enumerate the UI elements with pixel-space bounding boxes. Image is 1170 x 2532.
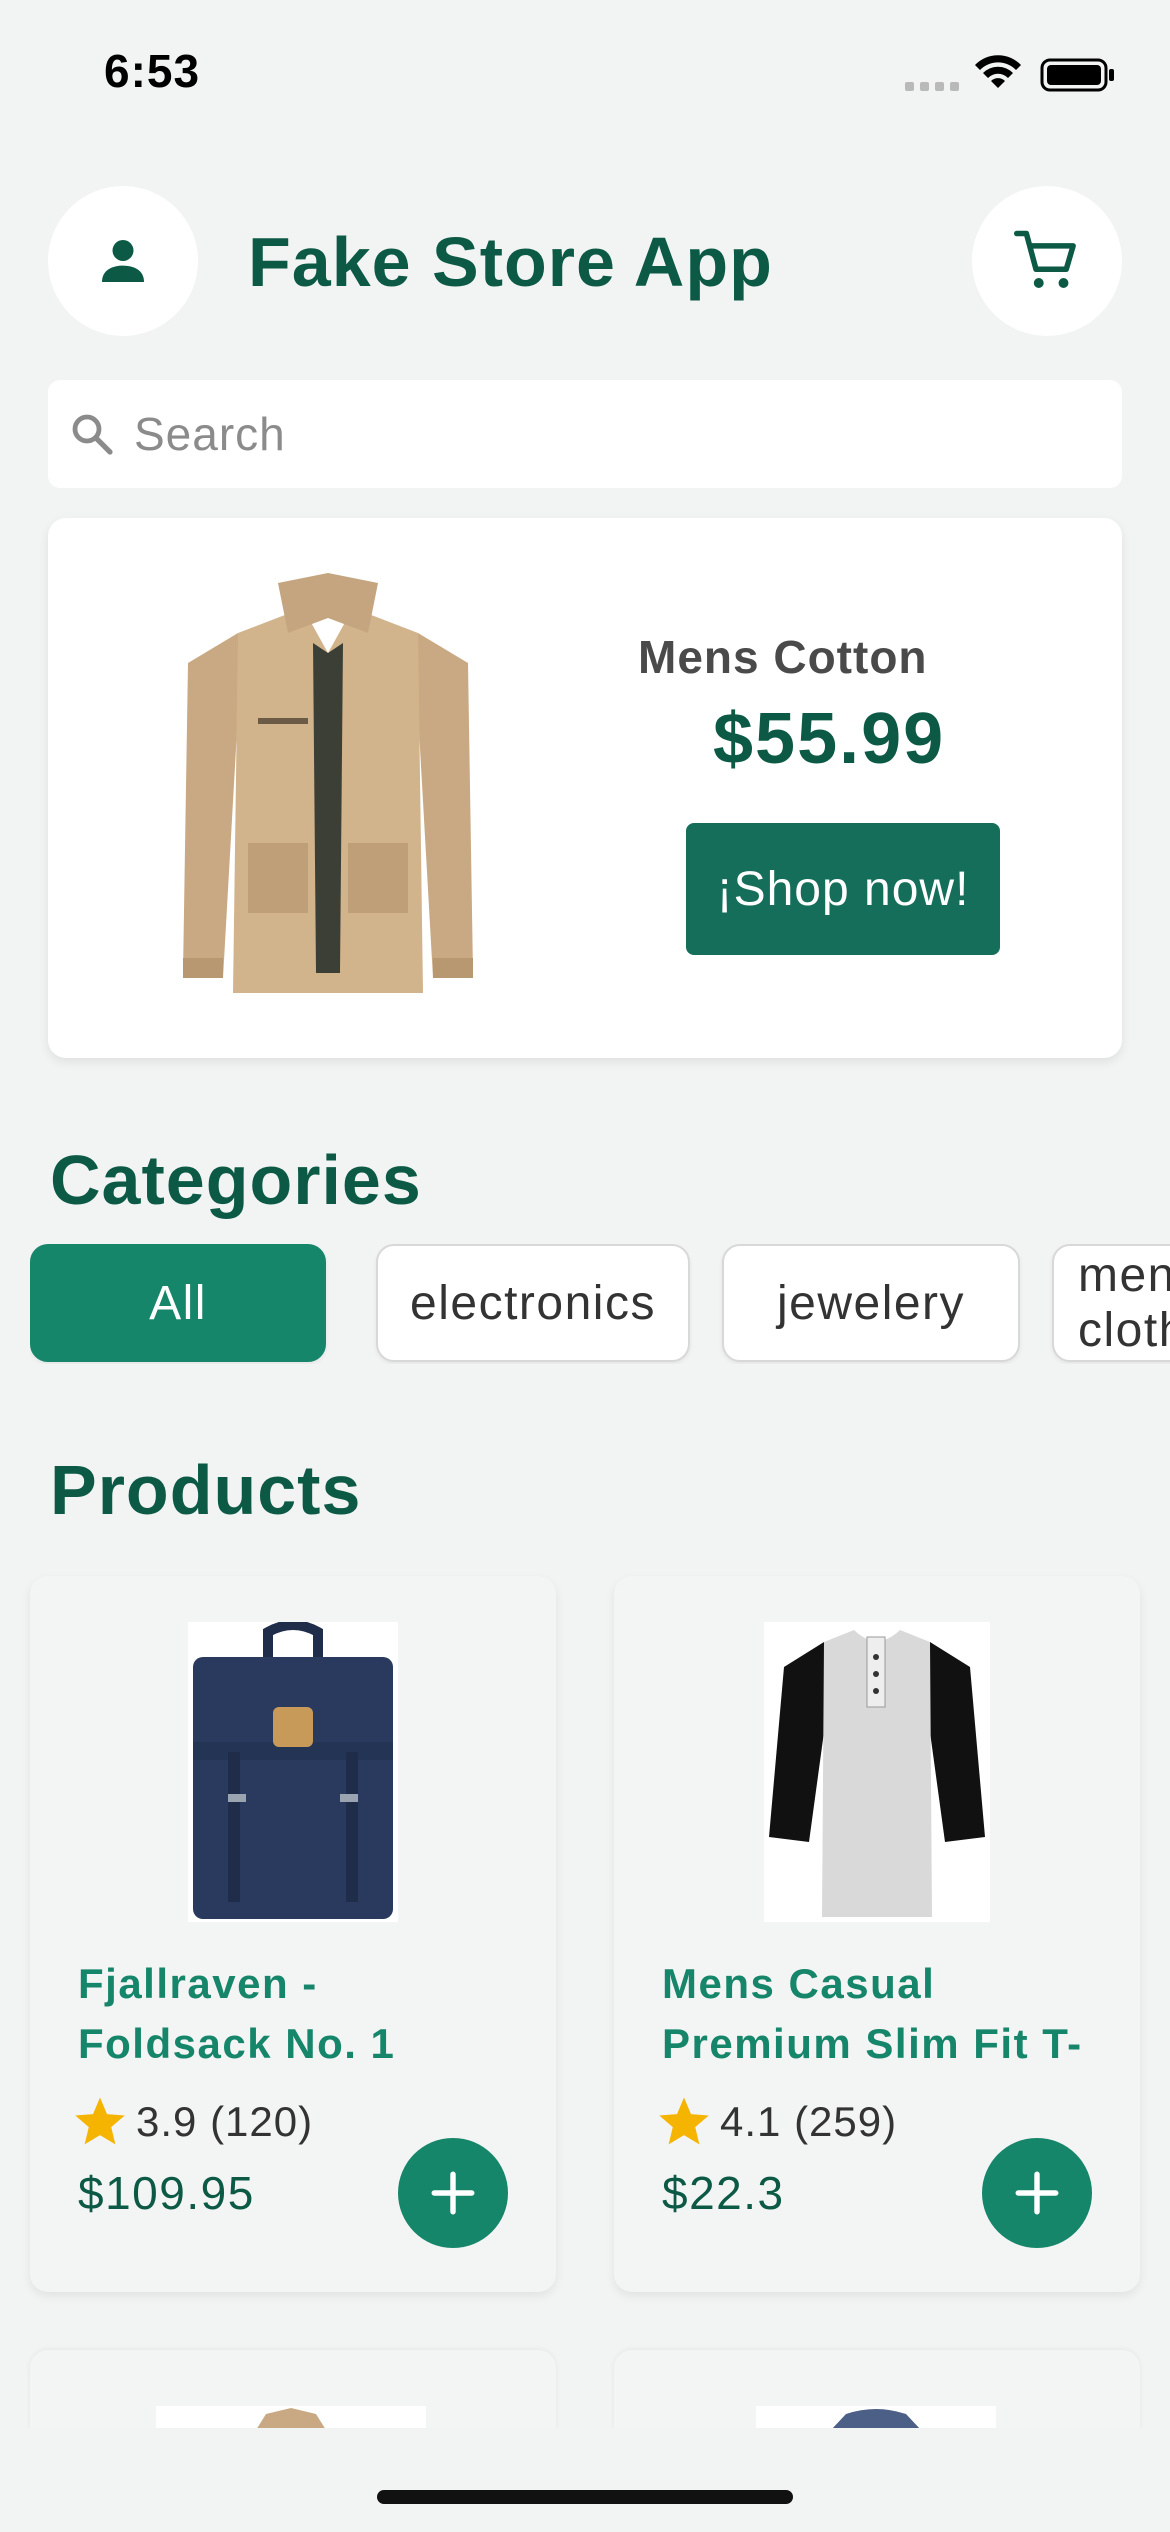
search-input[interactable] — [134, 407, 1034, 461]
product-price: $109.95 — [78, 2167, 255, 2219]
product-name: Fjallraven - Foldsack No. 1 — [78, 1960, 396, 2067]
cart-button[interactable] — [972, 186, 1122, 336]
star-icon — [75, 2097, 125, 2145]
status-time: 6:53 — [104, 45, 201, 97]
product-card[interactable]: Mens Casual Premium Slim Fit T- 4.1 (259… — [614, 1576, 1140, 2292]
plus-icon — [431, 2171, 475, 2215]
rating-value: 3.9 — [136, 2098, 198, 2145]
cart-icon — [1014, 230, 1076, 288]
search-icon — [72, 414, 113, 455]
product-card[interactable]: Fjallraven - Foldsack No. 1 3.9 (120) $1… — [30, 1576, 556, 2292]
add-to-cart-button[interactable] — [982, 2138, 1092, 2248]
jacket-image — [183, 573, 473, 993]
battery-icon — [1040, 58, 1114, 92]
rating-count: (120) — [210, 2098, 314, 2145]
add-to-cart-button[interactable] — [398, 2138, 508, 2248]
categories-title: Categories — [50, 1141, 422, 1219]
rating-count: (259) — [794, 2098, 898, 2145]
wifi-icon — [975, 55, 1021, 88]
category-chip-mens-clothing[interactable]: men's clothing — [1052, 1244, 1170, 1362]
home-indicator[interactable] — [377, 2490, 793, 2504]
featured-banner[interactable]: Mens Cotton $55.99 ¡Shop now! — [48, 518, 1122, 1058]
app-title: Fake Store App — [248, 223, 773, 301]
profile-button[interactable] — [48, 186, 198, 336]
plus-icon — [1015, 2171, 1059, 2215]
product-price: $22.3 — [662, 2167, 785, 2219]
person-icon — [102, 240, 144, 282]
backpack-image — [188, 1622, 398, 1922]
banner-product-price: $55.99 — [713, 699, 946, 779]
shop-now-button[interactable]: ¡Shop now! — [686, 823, 1000, 955]
category-chip-electronics[interactable]: electronics — [376, 1244, 690, 1362]
status-bar: 6:53 — [0, 0, 1170, 140]
product-rating: 3.9 (120) — [72, 2094, 313, 2150]
rating-value: 4.1 — [720, 2098, 782, 2145]
product-rating: 4.1 (259) — [656, 2094, 897, 2150]
bottom-safe-area — [0, 2428, 1170, 2532]
cellular-signal-icon — [905, 82, 959, 91]
star-icon — [659, 2097, 709, 2145]
category-chip-all[interactable]: All — [30, 1244, 326, 1362]
search-bar[interactable] — [48, 380, 1122, 488]
tshirt-image — [764, 1622, 990, 1922]
products-title: Products — [50, 1451, 362, 1529]
product-name: Mens Casual Premium Slim Fit T- — [662, 1960, 1083, 2067]
category-chip-list[interactable]: All electronics jewelery men's clothing — [30, 1244, 1170, 1364]
banner-product-name: Mens Cotton — [638, 631, 928, 683]
category-chip-jewelery[interactable]: jewelery — [722, 1244, 1020, 1362]
